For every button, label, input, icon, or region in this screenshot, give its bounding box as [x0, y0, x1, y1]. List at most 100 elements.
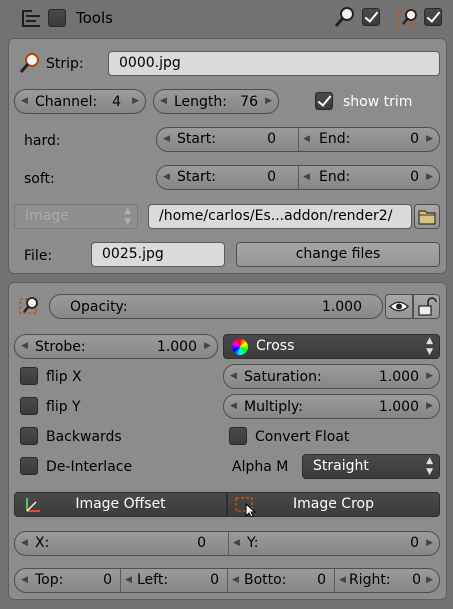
eye-icon[interactable] [385, 294, 413, 319]
crop-top-field[interactable]: ◀ Top: 0 [15, 569, 120, 592]
soft-end-field[interactable]: ◀ End: 0 ▶ [299, 166, 439, 189]
hard-end-field[interactable]: ◀ End: 0 ▶ [299, 128, 439, 151]
offset-control: ◀ X: 0 ◀ Y: 0 ▶ [14, 531, 440, 556]
decrement-icon[interactable]: ◀ [303, 166, 310, 189]
decrement-icon[interactable]: ◀ [21, 532, 28, 555]
show-trim-checkbox[interactable] [315, 92, 333, 110]
decrement-icon[interactable]: ◀ [339, 569, 346, 592]
offset-y-value: 0 [410, 535, 419, 551]
increment-icon[interactable]: ▶ [426, 128, 433, 151]
convert-float-checkbox[interactable] [229, 427, 247, 445]
color-wheel-icon [232, 339, 248, 355]
crop-top-label: Top: [35, 572, 64, 588]
directory-field[interactable]: /home/carlos/Es...addon/render2/ [148, 204, 412, 229]
file-field[interactable]: 0025.jpg [91, 242, 225, 267]
opacity-value: 1.000 [321, 298, 362, 315]
decrement-icon[interactable]: ◀ [21, 569, 28, 592]
alpha-mode-label: Alpha M [232, 459, 289, 475]
blend-dropdown[interactable]: Cross ▲ ▼ [223, 334, 440, 359]
flip-x-checkbox[interactable] [20, 367, 38, 385]
drag-handle-icon[interactable] [20, 8, 42, 28]
length-stepper[interactable]: ◀ Length: 76 ▶ [153, 89, 279, 114]
increment-icon[interactable]: ▶ [426, 365, 433, 388]
source-type-dropdown: Image ▲ ▼ [14, 204, 138, 229]
soft-end-value: 0 [410, 169, 419, 185]
change-files-button[interactable]: change files [236, 242, 440, 267]
crop-left-label: Left: [137, 572, 169, 588]
decrement-icon[interactable]: ◀ [21, 335, 28, 358]
file-label: File: [24, 248, 53, 264]
multiply-stepper[interactable]: ◀ Multiply: 1.000 ▶ [223, 394, 440, 419]
increment-icon[interactable]: ▶ [426, 569, 433, 592]
axis-transform-icon [23, 495, 43, 515]
image-crop-toggle[interactable]: Image Crop [227, 492, 440, 518]
alpha-mode-dropdown[interactable]: Straight ▲ ▼ [302, 454, 440, 479]
decrement-icon[interactable]: ◀ [21, 90, 28, 113]
convert-float-label: Convert Float [255, 429, 350, 445]
backwards-label: Backwards [46, 429, 122, 445]
crop-left-field[interactable]: ◀ Left: 0 [121, 569, 227, 592]
decrement-icon[interactable]: ◀ [303, 128, 310, 151]
length-value: 76 [240, 93, 258, 110]
opacity-slider[interactable]: Opacity: 1.000 [49, 294, 383, 319]
decrement-icon[interactable]: ◀ [163, 166, 170, 189]
decrement-icon[interactable]: ◀ [232, 569, 239, 592]
decrement-icon[interactable]: ◀ [230, 365, 237, 388]
increment-icon[interactable]: ▶ [204, 335, 211, 358]
channel-stepper[interactable]: ◀ Channel: 4 ▶ [14, 89, 146, 114]
offset-y-field[interactable]: ◀ Y: 0 ▶ [229, 532, 439, 555]
increment-icon[interactable]: ▶ [426, 532, 433, 555]
blend-value: Cross [256, 338, 295, 354]
hard-label: hard: [24, 133, 61, 149]
crop-top-value: 0 [103, 572, 112, 588]
deinterlace-label: De-Interlace [46, 459, 133, 475]
strip-label: Strip: [46, 56, 84, 72]
offset-y-label: Y: [247, 535, 259, 551]
crop-toggle-icon[interactable] [396, 6, 420, 30]
crop-select-icon [17, 294, 41, 318]
opacity-label: Opacity: [70, 298, 128, 315]
offset-x-label: X: [35, 535, 50, 551]
crop-right-value: 0 [412, 572, 421, 588]
soft-start-field[interactable]: ◀ Start: 0 [157, 166, 298, 189]
crop-control: ◀ Top: 0 ◀ Left: 0 ◀ Botto: 0 ◀ Right: 0… [14, 568, 440, 593]
increment-icon[interactable]: ▶ [265, 90, 272, 113]
panel-header: Tools [0, 0, 453, 36]
offset-x-field[interactable]: ◀ X: 0 [15, 532, 228, 555]
eyedropper-checkbox[interactable] [362, 8, 380, 26]
increment-icon[interactable]: ▶ [426, 166, 433, 189]
decrement-icon[interactable]: ◀ [233, 532, 240, 555]
eyedropper-toggle-icon[interactable] [334, 6, 356, 28]
decrement-icon[interactable]: ◀ [230, 395, 237, 418]
hard-start-value: 0 [267, 131, 276, 147]
strip-field[interactable]: 0000.jpg [108, 51, 440, 76]
offset-x-value: 0 [197, 535, 206, 551]
magnifier-icon [18, 51, 42, 75]
saturation-stepper[interactable]: ◀ Saturation: 1.000 ▶ [223, 364, 440, 389]
image-offset-label: Image Offset [75, 496, 166, 512]
increment-icon[interactable]: ▶ [132, 90, 139, 113]
image-crop-label: Image Crop [293, 496, 374, 512]
increment-icon[interactable]: ▶ [426, 395, 433, 418]
tools-enable-checkbox[interactable] [48, 9, 66, 27]
decrement-icon[interactable]: ◀ [163, 128, 170, 151]
lock-icon[interactable] [413, 294, 440, 319]
crop-checkbox[interactable] [424, 8, 442, 26]
flip-y-checkbox[interactable] [20, 397, 38, 415]
decrement-icon[interactable]: ◀ [125, 569, 132, 592]
crop-right-field[interactable]: ◀ Right: 0 ▶ [335, 569, 439, 592]
hard-start-field[interactable]: ◀ Start: 0 [157, 128, 298, 151]
crop-right-label: Right: [349, 572, 391, 588]
decrement-icon[interactable]: ◀ [160, 90, 167, 113]
crop-bottom-field[interactable]: ◀ Botto: 0 [228, 569, 334, 592]
soft-trim-control: ◀ Start: 0 ◀ End: 0 ▶ [156, 165, 440, 190]
crop-left-value: 0 [210, 572, 219, 588]
updown-arrows-icon: ▲ ▼ [426, 456, 433, 477]
folder-icon[interactable] [414, 204, 440, 229]
strobe-stepper[interactable]: ◀ Strobe: 1.000 ▶ [14, 334, 218, 359]
backwards-checkbox[interactable] [20, 427, 38, 445]
hard-end-label: End: [319, 131, 351, 147]
updown-arrows-icon: ▲ ▼ [426, 336, 433, 357]
deinterlace-checkbox[interactable] [20, 457, 38, 475]
image-offset-toggle[interactable]: Image Offset [14, 492, 227, 517]
